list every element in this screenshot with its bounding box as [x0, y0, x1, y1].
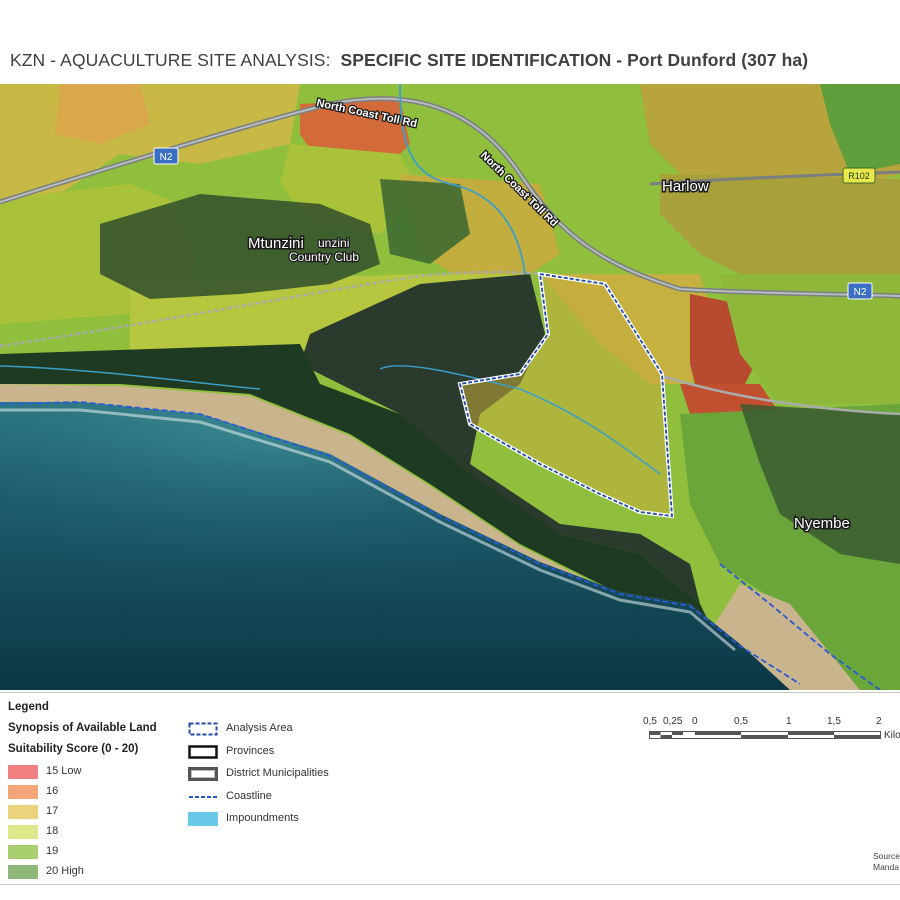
r102-label: R102: [848, 171, 870, 181]
map-canvas[interactable]: N2 N2 R102 North Coast Toll Rd North Coa…: [0, 84, 900, 690]
provinces-legend-label: Provinces: [226, 745, 275, 757]
score-18-label: 18: [46, 825, 59, 837]
swatch-16: [8, 785, 38, 799]
swatch-18: [8, 825, 38, 839]
score-20-label: 20 High: [46, 865, 84, 877]
n2-shield-east: N2: [847, 282, 873, 300]
map-frame[interactable]: N2 N2 R102 North Coast Toll Rd North Coa…: [0, 84, 900, 690]
legend-analysis-area: Analysis Area: [188, 722, 293, 736]
impoundments-symbol: [188, 812, 218, 826]
impoundments-legend-label: Impoundments: [226, 812, 299, 824]
legend-coastline: Coastline: [188, 790, 272, 804]
scale-bar-graphic: [649, 731, 881, 739]
scale-tick-2: 0: [692, 716, 698, 727]
country-club-label-2: Country Club: [289, 250, 359, 264]
scale-tick-1: 0,25: [663, 716, 683, 727]
source-line-1: Source: [873, 851, 900, 861]
title-main: SPECIFIC SITE IDENTIFICATION - Port Dunf…: [340, 50, 809, 70]
score-16-label: 16: [46, 785, 59, 797]
legend-divider: [0, 692, 900, 693]
scale-tick-4: 1: [786, 716, 792, 727]
coastline-symbol: [189, 796, 217, 798]
scale-tick-3: 0,5: [734, 716, 748, 727]
country-club-label-1: unzini: [318, 236, 349, 250]
scale-tick-0: 0,5: [643, 716, 657, 727]
swatch-15: [8, 765, 38, 779]
scale-tick-6: 2: [876, 716, 882, 727]
district-municipalities-symbol: [188, 767, 218, 781]
swatch-20: [8, 865, 38, 879]
score-17-label: 17: [46, 805, 59, 817]
coastline-legend-label: Coastline: [226, 790, 272, 802]
swatch-19: [8, 845, 38, 859]
r102-shield: R102: [842, 167, 876, 184]
score-19-label: 19: [46, 845, 59, 857]
n2-west-label: N2: [160, 152, 173, 163]
n2-shield-west: N2: [153, 147, 179, 165]
scale-unit: Kilo: [884, 730, 900, 741]
n2-east-label: N2: [854, 287, 867, 298]
analysis-area-symbol: [188, 722, 218, 736]
bottom-divider: [0, 884, 900, 885]
title-prefix: KZN - AQUACULTURE SITE ANALYSIS:: [10, 50, 331, 70]
legend-heading: Legend: [8, 701, 49, 713]
source-line-2: Manda: [873, 862, 899, 872]
scale-tick-5: 1,5: [827, 716, 841, 727]
analysis-area-legend-label: Analysis Area: [226, 722, 293, 734]
legend-district-municipalities: District Municipalities: [188, 767, 329, 781]
provinces-symbol: [188, 745, 218, 759]
score-15-label: 15 Low: [46, 765, 82, 777]
legend-impoundments: Impoundments: [188, 812, 299, 826]
score-title: Suitability Score (0 - 20): [8, 743, 139, 755]
swatch-17: [8, 805, 38, 819]
harlow-label: Harlow: [662, 178, 709, 195]
district-municipalities-legend-label: District Municipalities: [226, 767, 329, 779]
legend-provinces: Provinces: [188, 745, 274, 759]
nyembe-label: Nyembe: [794, 515, 850, 532]
synopsis-title: Synopsis of Available Land: [8, 722, 157, 734]
map-title: KZN - AQUACULTURE SITE ANALYSIS: SPECIFI…: [10, 50, 808, 71]
